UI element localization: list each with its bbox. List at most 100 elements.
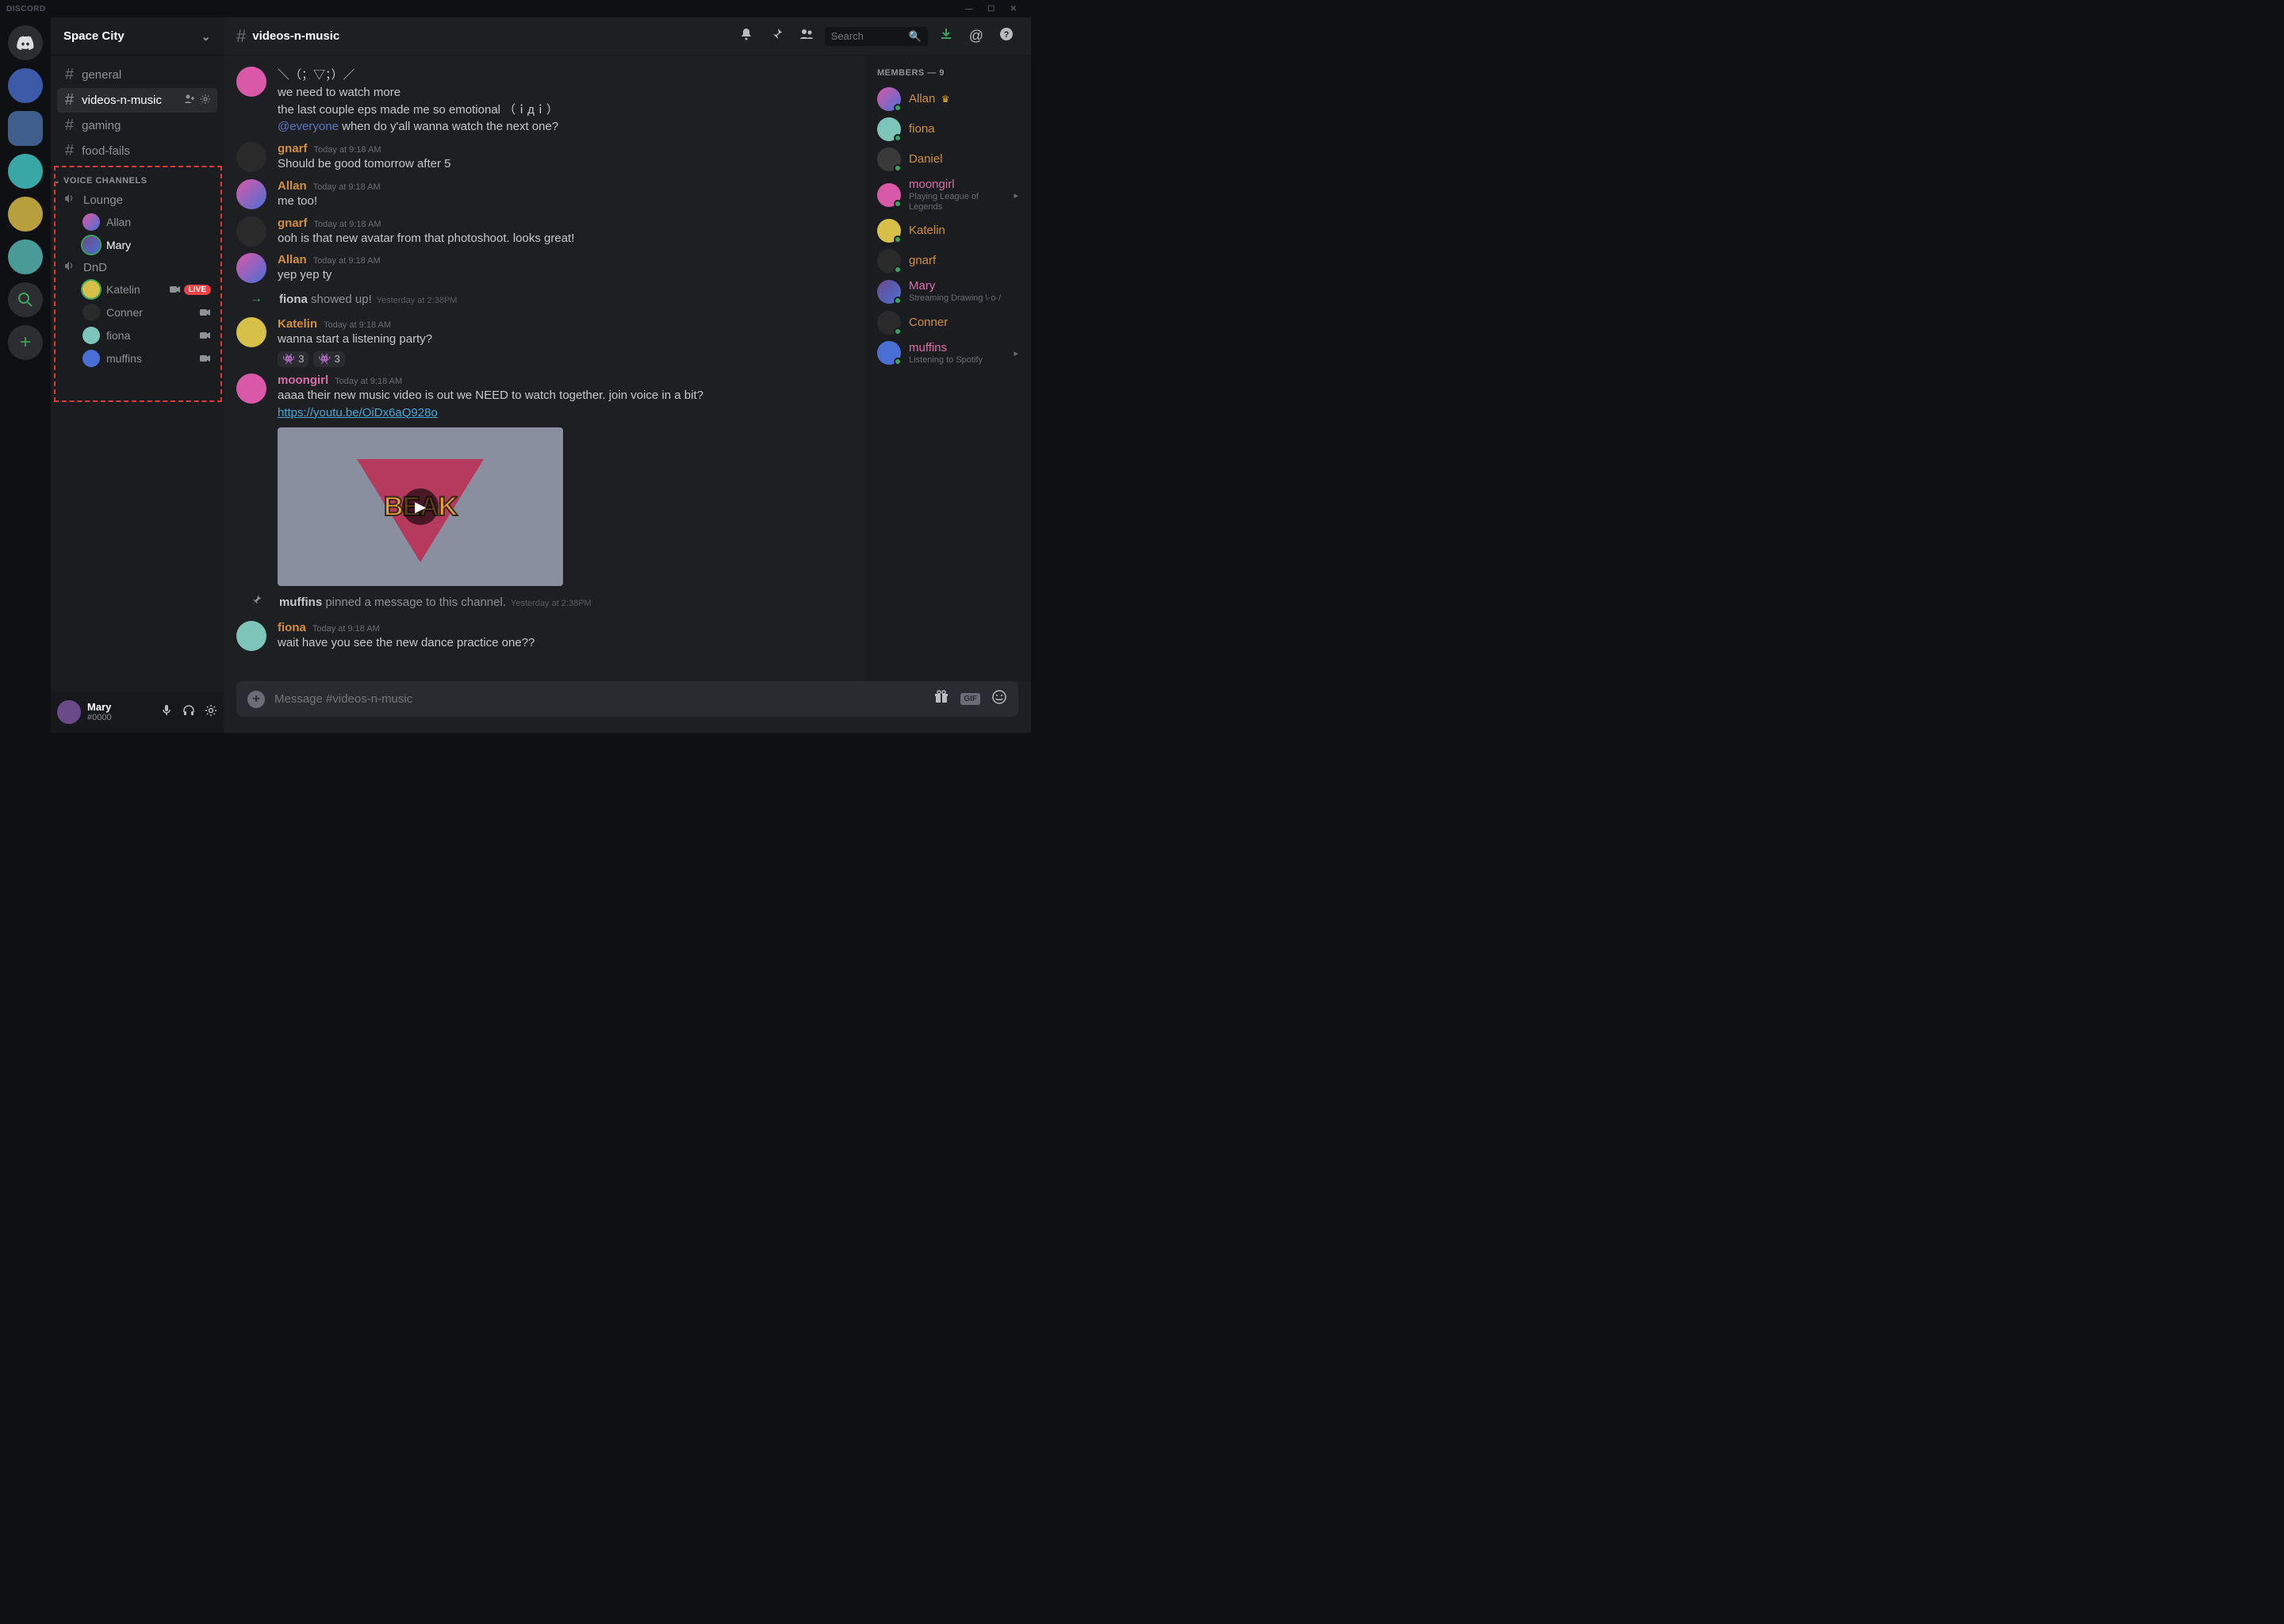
arrow-right-icon: → xyxy=(246,292,266,306)
add-server-button[interactable]: + xyxy=(8,325,43,360)
help-button[interactable]: ? xyxy=(999,27,1014,45)
mute-button[interactable] xyxy=(160,704,173,720)
member-activity: Listening to Spotify xyxy=(909,355,983,366)
self-avatar[interactable] xyxy=(57,700,81,724)
member-item[interactable]: MaryStreaming Drawing \·o·/ xyxy=(871,276,1025,307)
settings-button[interactable] xyxy=(205,704,217,720)
voice-channel-lounge[interactable]: Lounge xyxy=(57,190,217,210)
attach-button[interactable]: + xyxy=(247,691,265,708)
member-avatar xyxy=(877,249,901,273)
close-button[interactable]: ✕ xyxy=(1002,5,1025,13)
message-avatar[interactable] xyxy=(236,373,266,404)
message-timestamp: Today at 9:18 AM xyxy=(335,377,402,386)
maximize-button[interactable]: ☐ xyxy=(980,5,1002,13)
message-avatar[interactable] xyxy=(236,621,266,651)
reaction-emoji: 👾 xyxy=(318,353,331,366)
message-avatar[interactable] xyxy=(236,317,266,347)
reaction[interactable]: 👾3 xyxy=(278,351,308,367)
voice-user[interactable]: KatelinLIVE xyxy=(57,278,217,301)
message-text: @everyone when do y'all wanna watch the … xyxy=(278,118,852,136)
server-item[interactable] xyxy=(8,154,43,189)
message-avatar[interactable] xyxy=(236,216,266,247)
window-titlebar: DISCORD — ☐ ✕ xyxy=(0,0,1031,17)
avatar xyxy=(82,304,100,321)
member-item[interactable]: gnarf xyxy=(871,246,1025,276)
message-author[interactable]: gnarf xyxy=(278,216,308,230)
server-item-active[interactable] xyxy=(8,111,43,146)
message-avatar[interactable] xyxy=(236,142,266,172)
server-header[interactable]: Space City ⌄ xyxy=(51,17,224,56)
chevron-down-icon: ⌄ xyxy=(54,177,60,186)
server-item[interactable] xyxy=(8,239,43,274)
voice-user[interactable]: muffins xyxy=(57,347,217,370)
voice-channels-header[interactable]: ⌄ VOICE CHANNELS xyxy=(51,173,224,189)
voice-user[interactable]: Conner xyxy=(57,301,217,324)
video-embed[interactable]: BEAK▶ xyxy=(278,427,563,586)
text-channel-food-fails[interactable]: #food-fails xyxy=(57,139,217,163)
deafen-button[interactable] xyxy=(182,704,195,720)
status-online-icon xyxy=(894,327,902,335)
message-author[interactable]: fiona xyxy=(278,621,306,634)
member-item[interactable]: muffinsListening to Spotify▸ xyxy=(871,338,1025,369)
text-channel-videos-n-music[interactable]: #videos-n-music xyxy=(57,88,217,113)
message-avatar[interactable] xyxy=(236,179,266,209)
member-item[interactable]: fiona xyxy=(871,114,1025,144)
message-author[interactable]: gnarf xyxy=(278,142,308,155)
message-author[interactable]: Katelin xyxy=(278,317,317,331)
server-item[interactable] xyxy=(8,68,43,103)
invite-icon[interactable] xyxy=(184,94,195,107)
reaction[interactable]: 👾3 xyxy=(313,351,344,367)
headphones-icon xyxy=(182,704,195,717)
explore-button[interactable] xyxy=(8,282,43,317)
system-join-message: →fiona showed up!Yesterday at 2:38PM xyxy=(236,285,852,312)
text-channel-gaming[interactable]: #gaming xyxy=(57,113,217,138)
emoji-button[interactable] xyxy=(991,689,1007,709)
text-channel-general[interactable]: #general xyxy=(57,63,217,87)
gif-button[interactable]: GIF xyxy=(960,693,980,705)
message-avatar[interactable] xyxy=(236,253,266,283)
voice-user[interactable]: Mary xyxy=(57,234,217,256)
message-text: ＼（；▽；）／ xyxy=(278,67,852,84)
channel-label: videos-n-music xyxy=(82,94,162,107)
mention[interactable]: @everyone xyxy=(278,120,339,133)
inbox-button[interactable] xyxy=(939,27,953,45)
gift-button[interactable] xyxy=(933,689,949,709)
play-button[interactable]: ▶ xyxy=(402,488,439,525)
notifications-button[interactable] xyxy=(739,27,753,45)
settings-icon[interactable] xyxy=(200,94,211,107)
search-input[interactable] xyxy=(831,30,909,42)
svg-text:?: ? xyxy=(1004,30,1010,40)
mentions-button[interactable]: @ xyxy=(969,28,983,44)
message-text: the last couple eps made me so emotional… xyxy=(278,102,852,119)
status-online-icon xyxy=(894,200,902,208)
message-input[interactable] xyxy=(274,692,924,706)
status-online-icon xyxy=(894,266,902,274)
member-item[interactable]: Katelin xyxy=(871,216,1025,246)
message-author[interactable]: Allan xyxy=(278,179,307,193)
system-text: muffins pinned a message to this channel… xyxy=(279,596,592,609)
member-item[interactable]: Conner xyxy=(871,308,1025,338)
voice-user-name: Katelin xyxy=(106,283,140,296)
message-list[interactable]: ＼（；▽；）／we need to watch morethe last cou… xyxy=(224,56,864,681)
voice-channel-dnd[interactable]: DnD xyxy=(57,257,217,278)
voice-user[interactable]: Allan xyxy=(57,211,217,233)
minimize-button[interactable]: — xyxy=(958,5,980,13)
message-avatar[interactable] xyxy=(236,67,266,97)
member-item[interactable]: moongirlPlaying League of Legends▸ xyxy=(871,174,1025,216)
member-name: Katelin xyxy=(909,224,945,238)
message-author[interactable]: moongirl xyxy=(278,373,328,387)
home-button[interactable] xyxy=(8,25,43,60)
search-box[interactable]: 🔍 xyxy=(825,27,928,46)
member-name: moongirl xyxy=(909,178,1006,192)
camera-icon xyxy=(200,330,211,342)
pinned-button[interactable] xyxy=(769,27,784,45)
members-toggle[interactable] xyxy=(799,27,814,45)
message-timestamp: Today at 9:18 AM xyxy=(324,320,391,330)
camera-icon xyxy=(170,284,181,296)
voice-user[interactable]: fiona xyxy=(57,324,217,347)
server-item[interactable] xyxy=(8,197,43,232)
message-link[interactable]: https://youtu.be/OiDx6aQ928o xyxy=(278,406,438,419)
member-item[interactable]: Daniel xyxy=(871,144,1025,174)
message-author[interactable]: Allan xyxy=(278,253,307,266)
member-item[interactable]: Allan ♛ xyxy=(871,84,1025,114)
